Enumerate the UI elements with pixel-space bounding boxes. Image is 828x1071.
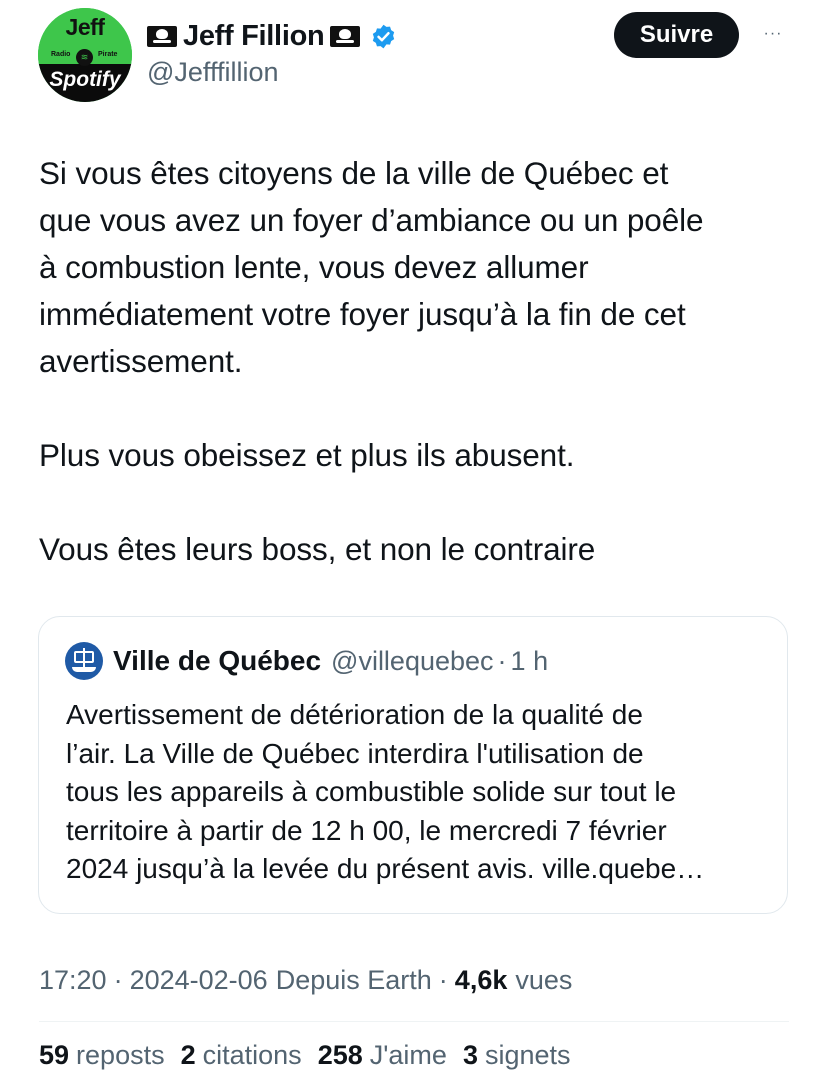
- avatar-top-text: Jeff: [65, 14, 105, 40]
- tweet-date[interactable]: 2024-02-06: [130, 965, 268, 996]
- follow-button[interactable]: Suivre: [614, 12, 739, 58]
- reposts-stat[interactable]: 59 reposts: [39, 1040, 165, 1071]
- quoted-author-name[interactable]: Ville de Québec: [113, 645, 321, 677]
- pirate-flag-icon: [330, 25, 361, 47]
- stat-count: 59: [39, 1040, 70, 1070]
- likes-stat[interactable]: 258 J'aime: [318, 1040, 447, 1071]
- tweet-paragraph: Vous êtes leurs boss, et non le contrair…: [39, 531, 596, 567]
- tweet-meta: 17:20 · 2024-02-06 Depuis Earth · 4,6k v…: [39, 958, 572, 1002]
- stat-label: signets: [484, 1040, 571, 1070]
- more-options-icon[interactable]: ···: [758, 14, 788, 54]
- stat-count: 2: [180, 1040, 196, 1070]
- tweet-time[interactable]: 17:20: [39, 965, 107, 996]
- author-handle[interactable]: @Jefffillion: [147, 57, 278, 88]
- bookmarks-stat[interactable]: 3 signets: [463, 1040, 571, 1071]
- spotify-icon: ≋: [76, 49, 93, 66]
- quoted-time[interactable]: 1 h: [511, 646, 549, 677]
- quoted-tweet[interactable]: Ville de Québec @villequebec · 1 h Avert…: [38, 616, 788, 914]
- divider: [39, 1021, 789, 1022]
- quoted-author-avatar[interactable]: [65, 642, 103, 680]
- views-count: 4,6k: [454, 964, 508, 995]
- avatar-small-left-text: Radio: [51, 51, 71, 58]
- stat-label: citations: [202, 1040, 302, 1070]
- stat-count: 258: [317, 1040, 363, 1070]
- tweet-text: Si vous êtes citoyens de la ville de Qué…: [39, 150, 799, 620]
- pirate-flag-icon: [147, 25, 177, 47]
- quoted-author-handle[interactable]: @villequebec: [331, 646, 494, 677]
- tweet-stats: 59 reposts 2 citations 258 J'aime 3 sign…: [39, 1040, 587, 1071]
- citations-stat[interactable]: 2 citations: [181, 1040, 302, 1071]
- quoted-separator: ·: [497, 645, 507, 676]
- author-name[interactable]: Jeff Fillion: [183, 20, 325, 53]
- avatar-bottom-text: Spotify: [49, 68, 121, 91]
- tweet-paragraph: Plus vous obeissez et plus ils abusent.: [39, 437, 575, 473]
- stat-label: reposts: [76, 1040, 165, 1070]
- tweet-source: Depuis Earth: [275, 964, 432, 995]
- avatar-small-right-text: Pirate: [98, 51, 118, 58]
- verified-badge-icon: [373, 24, 395, 48]
- tweet-paragraph: Si vous êtes citoyens de la ville de Qué…: [39, 155, 704, 379]
- stat-count: 3: [462, 1040, 478, 1070]
- author-avatar[interactable]: Jeff Radio ≋ Pirate Spotify: [38, 8, 132, 102]
- views-label: vues: [515, 964, 573, 995]
- quoted-tweet-header: Ville de Québec @villequebec · 1 h: [65, 641, 548, 681]
- author-name-row[interactable]: Jeff Fillion: [147, 16, 397, 56]
- stat-label: J'aime: [369, 1040, 447, 1070]
- meta-separator: ·: [113, 964, 123, 995]
- quoted-tweet-text: Avertissement de détérioration de la qua…: [66, 699, 705, 884]
- meta-separator: ·: [438, 964, 448, 995]
